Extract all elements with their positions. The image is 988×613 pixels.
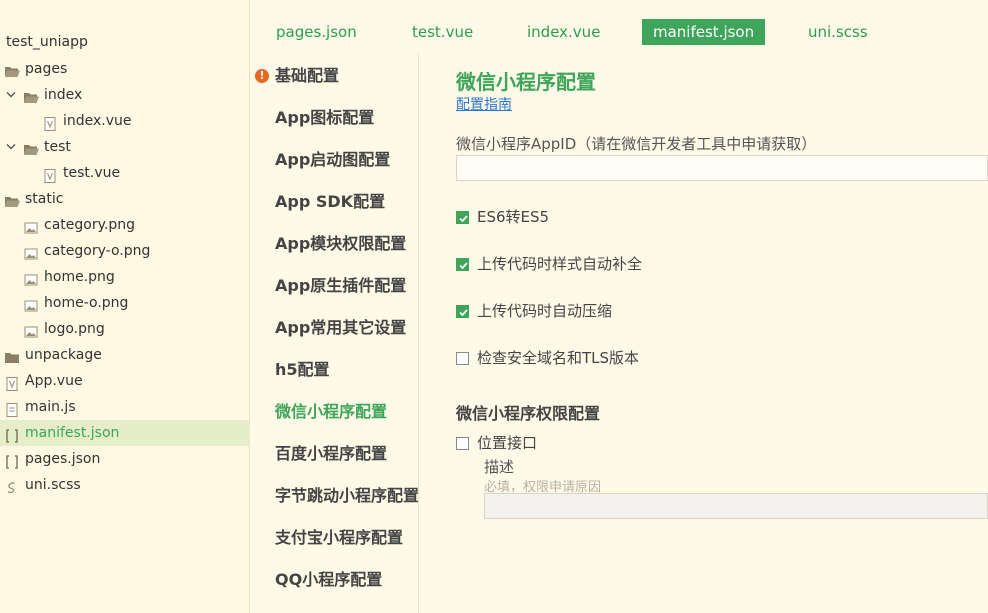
tab-pages-json[interactable]: pages.json [265, 19, 368, 45]
tree-item-logo-png[interactable]: logo.png [0, 316, 250, 342]
image-file-icon [23, 218, 39, 234]
nav-item-1[interactable]: App图标配置 [275, 106, 374, 130]
config-guide-link[interactable]: 配置指南 [456, 94, 512, 114]
permissions-heading: 微信小程序权限配置 [456, 404, 601, 423]
json-file-icon [4, 426, 20, 443]
nav-item-6[interactable]: App常用其它设置 [275, 316, 406, 340]
nav-item-8[interactable]: 微信小程序配置 [275, 400, 387, 424]
nav-item-3[interactable]: App SDK配置 [275, 190, 385, 214]
tree-item-test-vue[interactable]: test.vue [0, 160, 250, 186]
tree-item-label: pages.json [25, 451, 101, 467]
editor-tab-bar: pages.json test.vue index.vue manifest.json… [251, 10, 988, 46]
nav-item-7[interactable]: h5配置 [275, 358, 330, 382]
chevron-down-icon[interactable] [6, 134, 18, 160]
tree-item-label: static [25, 191, 64, 207]
tree-item-label: main.js [25, 399, 76, 415]
nav-item-5[interactable]: App原生插件配置 [275, 274, 406, 298]
tree-item-label: category.png [44, 217, 135, 233]
location-permission-label: 位置接口 [477, 434, 538, 452]
tree-item-category-png[interactable]: category.png [0, 212, 250, 238]
folder-open-icon [4, 62, 20, 77]
tree-item-home-png[interactable]: home.png [0, 264, 250, 290]
tab-manifest-json[interactable]: manifest.json [642, 19, 766, 45]
nav-item-12[interactable]: QQ小程序配置 [275, 568, 382, 592]
appid-label: 微信小程序AppID（请在微信开发者工具中申请获取） [456, 135, 817, 153]
tree-item-home-o-png[interactable]: home-o.png [0, 290, 250, 316]
tab-index-vue[interactable]: index.vue [516, 19, 611, 45]
option-label: 上传代码时样式自动补全 [477, 255, 643, 273]
checkbox-unchecked-icon[interactable] [456, 352, 469, 365]
checkbox-checked-icon[interactable] [456, 211, 469, 224]
image-file-icon [23, 322, 39, 338]
tree-item-label: category-o.png [44, 243, 151, 259]
json-file-icon [4, 452, 20, 469]
tab-uni-scss[interactable]: uni.scss [797, 19, 879, 45]
folder-open-icon [23, 140, 39, 155]
js-file-icon [4, 400, 20, 417]
tree-item-label: unpackage [25, 347, 102, 363]
tree-item-static[interactable]: static [0, 186, 250, 212]
tree-item-pages[interactable]: pages [0, 56, 250, 82]
checkbox-checked-icon[interactable] [456, 258, 469, 271]
nav-item-0[interactable]: 基础配置 [275, 64, 339, 88]
vue-file-icon [42, 114, 58, 131]
warning-icon: ! [255, 69, 269, 83]
option-label: 上传代码时自动压缩 [477, 302, 613, 320]
location-desc-label: 描述 [484, 458, 515, 476]
wechat-miniprogram-config-panel: 微信小程序配置 配置指南 微信小程序AppID（请在微信开发者工具中申请获取） … [456, 60, 988, 613]
tree-item-label: logo.png [44, 321, 105, 337]
panel-title: 微信小程序配置 [456, 70, 596, 94]
tree-item-category-o-png[interactable]: category-o.png [0, 238, 250, 264]
nav-item-10[interactable]: 字节跳动小程序配置 [275, 484, 418, 508]
tree-item-unpackage[interactable]: unpackage [0, 342, 250, 368]
appid-input[interactable] [456, 155, 988, 181]
tree-item-label: App.vue [25, 373, 83, 389]
nav-item-2[interactable]: App启动图配置 [275, 148, 390, 172]
tab-test-vue[interactable]: test.vue [401, 19, 484, 45]
manifest-settings-nav: ! 基础配置 App图标配置 App启动图配置 App SDK配置 App模块权限配置 Ap… [251, 54, 419, 613]
tree-item-label: index.vue [63, 113, 132, 129]
tree-item-index[interactable]: index [0, 82, 250, 108]
tree-item-pages-json[interactable]: pages.json [0, 446, 250, 472]
chevron-down-icon[interactable] [6, 82, 18, 108]
vue-file-icon [42, 166, 58, 183]
option-label: 检查安全域名和TLS版本 [477, 349, 640, 367]
checkbox-checked-icon[interactable] [456, 305, 469, 318]
project-explorer: test_uniapp pages index index.vue test test.… [0, 0, 250, 613]
tree-item-label: test [44, 139, 71, 155]
tree-item-manifest-json[interactable]: manifest.json [0, 420, 250, 446]
project-name[interactable]: test_uniapp [6, 34, 88, 50]
nav-item-11[interactable]: 支付宝小程序配置 [275, 526, 403, 550]
folder-open-icon [23, 88, 39, 103]
nav-item-9[interactable]: 百度小程序配置 [275, 442, 387, 466]
tree-item-label: home-o.png [44, 295, 129, 311]
tree-item-label: uni.scss [25, 477, 81, 493]
image-file-icon [23, 296, 39, 312]
tree-item-label: test.vue [63, 165, 121, 181]
option-label: ES6转ES5 [477, 208, 550, 226]
scss-file-icon [4, 478, 20, 494]
location-desc-input[interactable] [484, 493, 988, 519]
tree-item-label: pages [25, 61, 68, 77]
tree-item-main-js[interactable]: main.js [0, 394, 250, 420]
nav-item-4[interactable]: App模块权限配置 [275, 232, 406, 256]
tree-item-label: home.png [44, 269, 115, 285]
image-file-icon [23, 244, 39, 260]
folder-icon [4, 348, 20, 363]
image-file-icon [23, 270, 39, 286]
tree-item-label: manifest.json [25, 425, 120, 441]
tree-item-app-vue[interactable]: App.vue [0, 368, 250, 394]
folder-open-icon [4, 192, 20, 207]
vue-file-icon [4, 374, 20, 391]
tree-item-index-vue[interactable]: index.vue [0, 108, 250, 134]
tree-item-uni-scss[interactable]: uni.scss [0, 472, 250, 498]
tree-item-test[interactable]: test [0, 134, 250, 160]
tree-item-label: index [44, 87, 83, 103]
location-checkbox-box[interactable] [456, 437, 469, 450]
